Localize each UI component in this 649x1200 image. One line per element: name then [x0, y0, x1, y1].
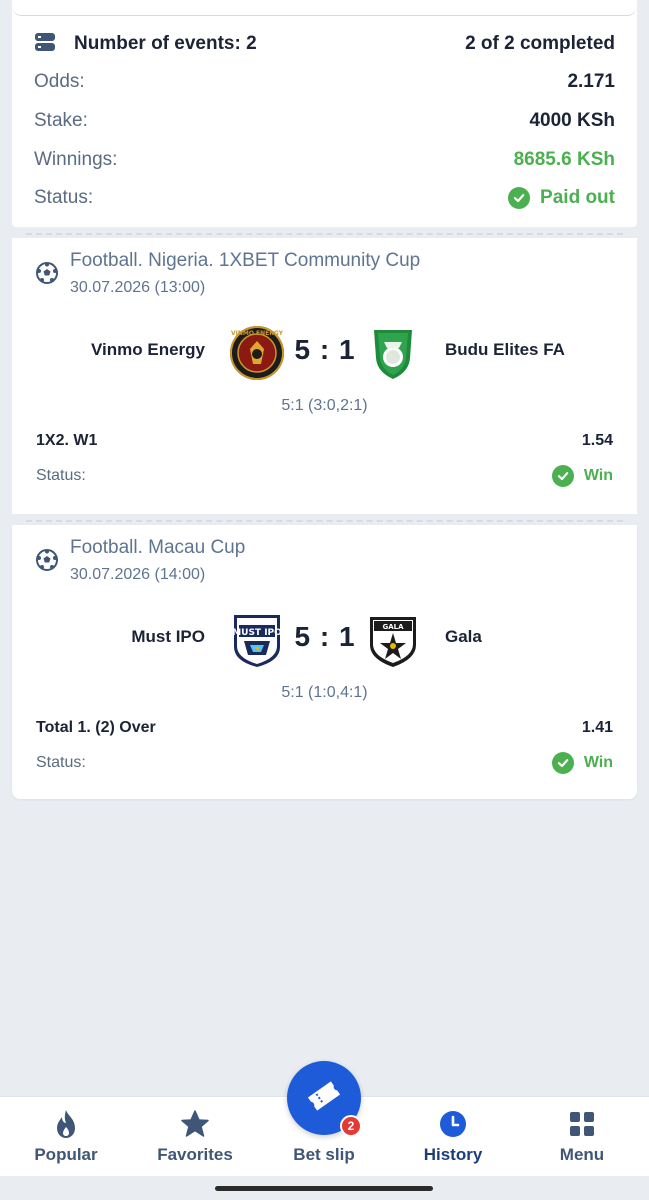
event-league: Football. Macau Cup — [70, 537, 246, 558]
odds-label: Odds: — [34, 71, 85, 92]
match-row: Must IPO MUST IPO 5 : 1 GALA Gala — [12, 607, 637, 671]
market-name: 1X2. W1 — [36, 432, 98, 449]
stake-value: 4000 KSh — [529, 110, 615, 131]
tab-label: Bet slip — [293, 1145, 355, 1164]
event-card[interactable]: Football. Nigeria. 1XBET Community Cup 3… — [12, 238, 637, 514]
winnings-value: 8685.6 KSh — [513, 149, 615, 170]
match-score: 5 : 1 — [294, 334, 356, 365]
winnings-row: Winnings: 8685.6 KSh — [34, 146, 615, 174]
svg-text:GALA: GALA — [382, 623, 404, 631]
away-team-name: Budu Elites FA — [445, 340, 565, 359]
score-detail: 5:1 (3:0,2:1) — [281, 397, 368, 414]
tab-menu[interactable]: Menu — [517, 1097, 647, 1177]
event-status-row: Status: Win — [36, 464, 613, 488]
ticket-icon — [304, 1076, 344, 1121]
budu-elites-logo — [364, 324, 422, 382]
star-icon — [180, 1109, 210, 1139]
event-status-value: Win — [583, 754, 613, 771]
check-circle-icon — [551, 752, 574, 774]
market-coefficient: 1.54 — [581, 432, 613, 449]
tab-label: Popular — [34, 1145, 98, 1164]
football-icon — [36, 262, 58, 284]
match-score: 5 : 1 — [294, 621, 356, 652]
vinmo-energy-logo: VINMO ENERGY — [228, 324, 286, 382]
tab-label: Menu — [559, 1145, 605, 1164]
event-league: Football. Nigeria. 1XBET Community Cup — [70, 250, 421, 271]
must-ipo-logo: MUST IPO — [228, 611, 286, 669]
svg-text:VINMO ENERGY: VINMO ENERGY — [231, 330, 284, 337]
bet-slip-badge: 2 — [340, 1115, 362, 1137]
odds-row: Odds: 2.171 — [34, 68, 615, 96]
winnings-label: Winnings: — [34, 149, 118, 170]
home-indicator[interactable] — [215, 1186, 433, 1191]
odds-value: 2.171 — [567, 71, 615, 92]
away-team-name: Gala — [445, 627, 482, 646]
event-status-value: Win — [583, 467, 613, 484]
events-count-label: Number of events: 2 — [74, 33, 257, 54]
stake-label: Stake: — [34, 110, 88, 131]
home-team-name: Vinmo Energy — [91, 340, 205, 359]
status-label: Status: — [34, 187, 94, 208]
flame-icon — [51, 1109, 81, 1139]
ticket-divider — [6, 227, 643, 239]
check-circle-icon — [508, 187, 531, 209]
card-top-edge — [12, 0, 637, 16]
market-coefficient: 1.41 — [581, 719, 613, 736]
check-circle-icon — [551, 465, 574, 487]
clock-icon — [438, 1109, 468, 1139]
event-status-label: Status: — [36, 467, 86, 484]
tab-favorites[interactable]: Favorites — [130, 1097, 260, 1177]
gala-logo: GALA — [364, 611, 422, 669]
ticket-divider — [6, 514, 643, 526]
event-date: 30.07.2026 (14:00) — [70, 566, 206, 583]
market-row: Total 1. (2) Over 1.41 — [36, 716, 613, 740]
tab-history[interactable]: History — [388, 1097, 518, 1177]
events-list-icon — [34, 31, 56, 58]
grid-menu-icon — [567, 1109, 597, 1139]
match-row: Vinmo Energy VINMO ENERGY 5 : 1 Budu Eli… — [12, 320, 637, 384]
market-name: Total 1. (2) Over — [36, 719, 156, 736]
summary-header: Number of events: 2 2 of 2 completed — [34, 30, 615, 58]
status-value: Paid out — [540, 187, 615, 208]
tab-popular[interactable]: Popular — [1, 1097, 131, 1177]
event-date: 30.07.2026 (13:00) — [70, 279, 206, 296]
market-row: 1X2. W1 1.54 — [36, 429, 613, 453]
event-card[interactable]: Football. Macau Cup 30.07.2026 (14:00) M… — [12, 525, 637, 799]
completed-count: 2 of 2 completed — [465, 33, 615, 54]
score-detail: 5:1 (1:0,4:1) — [281, 684, 368, 701]
event-status-label: Status: — [36, 754, 86, 771]
stake-row: Stake: 4000 KSh — [34, 107, 615, 135]
event-status-row: Status: Win — [36, 751, 613, 775]
tab-label: History — [423, 1145, 483, 1164]
football-icon — [36, 549, 58, 571]
tab-label: Favorites — [157, 1145, 233, 1164]
home-team-name: Must IPO — [131, 627, 205, 646]
status-row: Status: Paid out — [34, 184, 615, 212]
svg-text:MUST IPO: MUST IPO — [232, 628, 282, 638]
bet-summary-card: Number of events: 2 2 of 2 completed Odd… — [12, 0, 637, 227]
